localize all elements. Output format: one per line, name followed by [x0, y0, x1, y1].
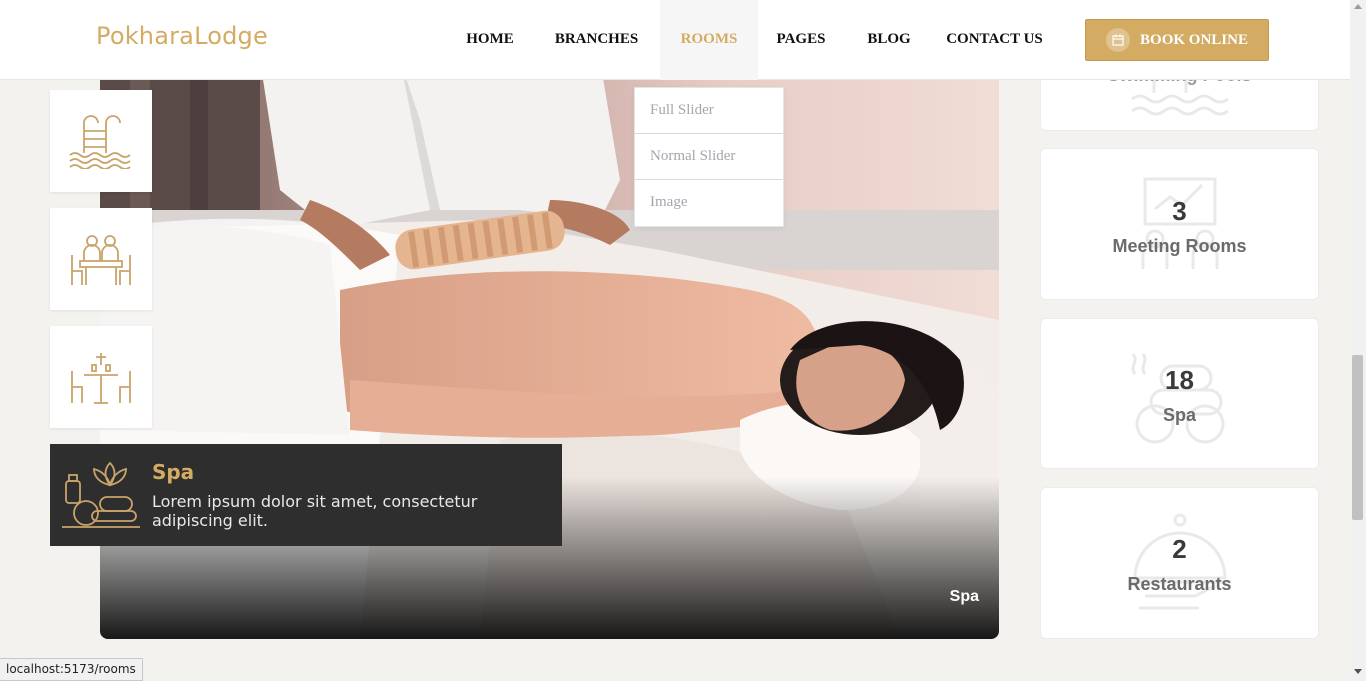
stat-number: 3: [1172, 196, 1187, 226]
thumb-meeting-room[interactable]: [50, 208, 152, 310]
feature-text: Spa Lorem ipsum dolor sit amet, consecte…: [152, 460, 562, 530]
page-scrollbar[interactable]: [1350, 0, 1366, 681]
swimming-pool-icon: [69, 115, 131, 169]
spa-icon: [61, 461, 140, 528]
hero-image: Spa: [100, 60, 999, 639]
feature-icon-wrap: [50, 444, 152, 546]
meeting-room-icon: [71, 235, 131, 285]
feature-title: Spa: [151, 460, 195, 484]
nav-contact[interactable]: CONTACT US: [942, 0, 1047, 80]
thumb-swimming-pool[interactable]: [50, 90, 152, 192]
stat-card-spa[interactable]: 18 Spa: [1040, 318, 1319, 469]
nav-branches[interactable]: BRANCHES: [548, 0, 645, 80]
stat-card-restaurants[interactable]: 2 Restaurants: [1040, 487, 1319, 639]
hero-caption: Spa: [949, 588, 979, 605]
book-online-label: BOOK ONLINE: [1140, 31, 1248, 48]
nav-pages[interactable]: PAGES: [768, 0, 834, 80]
rooms-dropdown: Full Slider Normal Slider Image: [634, 87, 784, 227]
nav-rooms[interactable]: ROOMS: [660, 0, 758, 80]
scroll-up-arrow-icon[interactable]: [1354, 4, 1362, 9]
stat-card-meeting-rooms[interactable]: 3 Meeting Rooms: [1040, 148, 1319, 300]
stat-label: Restaurants: [1127, 574, 1232, 594]
thumb-restaurant[interactable]: [50, 326, 152, 428]
stat-number: 18: [1165, 365, 1194, 395]
dropdown-item-full-slider[interactable]: Full Slider: [635, 88, 783, 134]
stat-label: Meeting Rooms: [1112, 236, 1247, 256]
scroll-down-arrow-icon[interactable]: [1354, 669, 1362, 674]
scrollbar-thumb[interactable]: [1352, 355, 1363, 520]
nav-home[interactable]: HOME: [460, 0, 520, 80]
book-online-button[interactable]: BOOK ONLINE: [1085, 19, 1269, 61]
calendar-icon: [1106, 28, 1131, 52]
restaurant-icon: [71, 353, 131, 404]
feature-description: Lorem ipsum dolor sit amet, consectetur …: [151, 492, 478, 530]
dropdown-item-image[interactable]: Image: [635, 180, 783, 226]
dropdown-item-normal-slider[interactable]: Normal Slider: [635, 134, 783, 180]
nav-blog[interactable]: BLOG: [860, 0, 918, 80]
spa-photo: [100, 60, 999, 639]
status-bar-url: localhost:5173/rooms: [0, 658, 143, 681]
site-header: PokharaLodge HOME BRANCHES ROOMS PAGES B…: [0, 0, 1350, 80]
stat-number: 2: [1172, 534, 1187, 564]
feature-card-spa[interactable]: Spa Lorem ipsum dolor sit amet, consecte…: [50, 444, 562, 546]
site-logo[interactable]: PokharaLodge: [96, 22, 268, 50]
stat-label: Spa: [1162, 405, 1196, 425]
